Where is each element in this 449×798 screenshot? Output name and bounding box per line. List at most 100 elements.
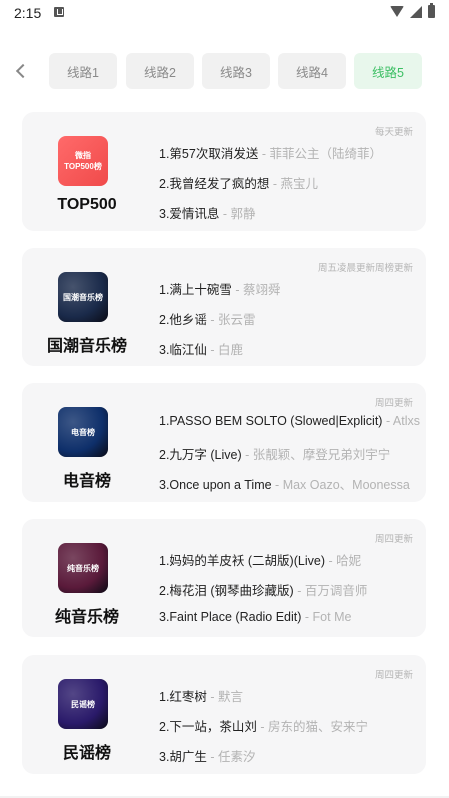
chart-name: 电音榜 [62,473,111,490]
song-artist: 燕宝儿 [280,177,319,191]
update-schedule: 周四更新 [374,670,413,681]
tab-route-2[interactable]: 线路2 [126,53,194,89]
song-item[interactable]: 3.Once upon a Time - Max Oazo、Moonessa [159,474,410,493]
cover-text: 国潮音乐榜 [63,292,103,302]
song-item[interactable]: 2.梅花泪 (钢琴曲珍藏版) - 百万调音师 [159,580,367,599]
cover-text: 民谣榜 [71,699,95,709]
battery-icon [428,3,435,18]
wifi-icon [390,6,404,17]
song-item[interactable]: 2.他乡谣 - 张云雷 [159,309,256,328]
notification-icon [54,7,64,17]
song-title: 3.Once upon a Time [159,478,272,492]
song-artist-sep: - [241,448,253,462]
song-artist: 哈妮 [336,554,362,568]
song-title: 3.Faint Place (Radio Edit) [159,610,302,624]
song-artist-sep: - [219,207,231,221]
song-artist-sep: - [269,177,281,191]
song-item[interactable]: 2.我曾经发了疯的想 - 燕宝儿 [159,173,318,192]
status-bar: 2:15 [0,0,449,26]
song-artist: 张靓颖、摩登兄弟刘宇宁 [252,448,391,462]
route-tabs: 线路1 线路2 线路3 线路4 线路5 [0,53,449,89]
song-artist: Atlxs [392,414,420,428]
back-arrow-icon[interactable] [14,62,28,80]
song-item[interactable]: 1.满上十碗雪 - 蔡翊舜 [159,279,281,298]
tab-route-1[interactable]: 线路1 [49,53,117,89]
song-item[interactable]: 3.爱情讯息 - 郭静 [159,203,256,222]
chart-cover-image[interactable]: 纯音乐榜 [58,543,108,593]
cover-text: 纯音乐榜 [67,563,99,573]
chart-card-minyao[interactable]: 周四更新 民谣榜 民谣榜 1.红枣树 - 默言 2.下一站，茶山刘 - 房东的猫… [22,655,426,774]
chart-cover-image[interactable]: 微指 TOP500榜 [58,136,108,186]
song-artist-sep: - [206,690,219,704]
status-icons [390,3,435,18]
song-item[interactable]: 2.九万字 (Live) - 张靓颖、摩登兄弟刘宇宁 [159,444,390,463]
song-artist: 白鹿 [218,343,244,357]
song-item[interactable]: 3.胡广生 - 任素汐 [159,746,256,765]
song-title: 1.红枣树 [159,690,207,704]
song-artist-sep: - [206,750,219,764]
song-title: 2.我曾经发了疯的想 [159,177,270,191]
song-artist-sep: - [293,584,305,598]
song-artist: 百万调音师 [304,584,368,598]
cover-subtext: TOP500榜 [64,162,102,171]
chart-name: 民谣榜 [62,745,111,762]
update-schedule: 周五凌晨更新周榜更新 [317,263,413,274]
song-item[interactable]: 1.第57次取消发送 - 菲菲公主（陆绮菲） [159,143,382,162]
song-title: 2.九万字 (Live) [159,448,242,462]
song-artist: 默言 [218,690,244,704]
song-title: 2.下一站，茶山刘 [159,720,257,734]
chart-card-top500[interactable]: 每天更新 微指 TOP500榜 TOP500 1.第57次取消发送 - 菲菲公主… [22,112,426,231]
song-title: 1.PASSO BEM SOLTO (Slowed|Explicit) [159,414,383,428]
song-artist-sep: - [324,554,337,568]
song-artist: 郭静 [230,207,256,221]
song-artist-sep: - [256,720,269,734]
cover-text: 微指 [75,151,91,160]
song-item[interactable]: 2.下一站，茶山刘 - 房东的猫、安来宁 [159,716,368,735]
chart-name: 国潮音乐榜 [46,338,127,355]
song-item[interactable]: 3.临江仙 - 白鹿 [159,339,243,358]
song-artist: 菲菲公主（陆绮菲） [269,147,382,161]
tab-route-5[interactable]: 线路5 [354,53,422,89]
song-item[interactable]: 1.红枣树 - 默言 [159,686,243,705]
status-time: 2:15 [14,5,42,21]
song-item[interactable]: 3.Faint Place (Radio Edit) - Fot Me [159,610,351,624]
update-schedule: 周四更新 [374,398,413,409]
song-title: 1.满上十碗雪 [159,283,232,297]
chart-name: 纯音乐榜 [54,609,119,626]
song-title: 1.妈妈的羊皮袄 (二胡版)(Live) [159,554,325,568]
chart-card-dianyin[interactable]: 周四更新 电音榜 电音榜 1.PASSO BEM SOLTO (Slowed|E… [22,383,426,502]
update-schedule: 每天更新 [374,127,413,138]
chart-cover-image[interactable]: 电音榜 [58,407,108,457]
tab-route-4[interactable]: 线路4 [278,53,346,89]
song-artist-sep: - [206,313,219,327]
song-title: 3.临江仙 [159,343,207,357]
song-artist-sep: - [382,414,393,428]
song-title: 2.梅花泪 (钢琴曲珍藏版) [159,584,294,598]
chart-card-guochao[interactable]: 周五凌晨更新周榜更新 国潮音乐榜 国潮音乐榜 1.满上十碗雪 - 蔡翊舜 2.他… [22,248,426,366]
song-artist: Max Oazo、Moonessa [282,478,410,492]
song-item[interactable]: 1.妈妈的羊皮袄 (二胡版)(Live) - 哈妮 [159,550,361,569]
song-artist: 房东的猫、安来宁 [268,720,369,734]
song-artist: 蔡翊舜 [243,283,281,297]
chart-cover-image[interactable]: 国潮音乐榜 [58,272,108,322]
song-title: 1.第57次取消发送 [159,147,259,161]
song-artist: 张云雷 [218,313,256,327]
song-artist: Fot Me [312,610,352,624]
chart-cover-image[interactable]: 民谣榜 [58,679,108,729]
song-artist-sep: - [271,478,283,492]
song-item[interactable]: 1.PASSO BEM SOLTO (Slowed|Explicit) - At… [159,414,420,428]
song-artist-sep: - [258,147,270,161]
song-title: 3.胡广生 [159,750,207,764]
song-artist-sep: - [231,283,244,297]
tab-route-3[interactable]: 线路3 [202,53,270,89]
song-title: 2.他乡谣 [159,313,207,327]
update-schedule: 周四更新 [374,534,413,545]
song-artist: 任素汐 [218,750,256,764]
song-artist-sep: - [206,343,219,357]
signal-icon [410,5,422,18]
cover-text: 电音榜 [71,427,95,437]
song-artist-sep: - [301,610,313,624]
song-title: 3.爱情讯息 [159,207,220,221]
chart-name: TOP500 [57,196,117,213]
chart-card-chunyinyue[interactable]: 周四更新 纯音乐榜 纯音乐榜 1.妈妈的羊皮袄 (二胡版)(Live) - 哈妮… [22,519,426,637]
